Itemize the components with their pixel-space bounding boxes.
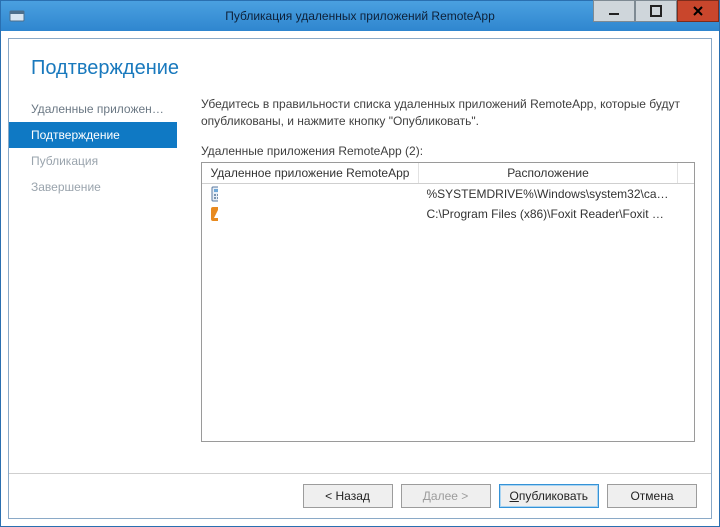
app-table: Удаленное приложение RemoteApp Расположе…	[201, 162, 695, 442]
wizard-window: Публикация удаленных приложений RemoteAp…	[0, 0, 720, 527]
back-button[interactable]: < Назад	[303, 484, 393, 508]
main-panel: Убедитесь в правильности списка удаленны…	[177, 90, 695, 473]
step-confirmation[interactable]: Подтверждение	[9, 122, 177, 148]
app-location: C:\Program Files (x86)\Foxit Reader\Foxi…	[418, 204, 677, 224]
titlebar: Публикация удаленных приложений RemoteAp…	[1, 1, 719, 31]
next-button: Далее >	[401, 484, 491, 508]
publish-button[interactable]: Опубликовать	[499, 484, 599, 508]
button-bar: < Назад Далее > Опубликовать Отмена	[9, 473, 711, 518]
close-button[interactable]	[677, 0, 719, 22]
window-buttons	[593, 1, 719, 31]
step-list: Удаленные приложения... Подтверждение Пу…	[9, 90, 177, 473]
col-header-app[interactable]: Удаленное приложение RemoteApp	[202, 163, 418, 184]
list-caption: Удаленные приложения RemoteApp (2):	[201, 144, 695, 158]
app-icon	[7, 6, 27, 26]
foxit-icon	[210, 206, 218, 222]
content-frame: Подтверждение Удаленные приложения... По…	[8, 38, 712, 519]
col-header-spacer	[678, 163, 695, 184]
instruction-text: Убедитесь в правильности списка удаленны…	[201, 96, 695, 130]
table-row[interactable]: Foxit Reader C:\Program Files (x86)\Foxi…	[202, 204, 694, 224]
step-publication: Публикация	[9, 148, 177, 174]
table-row[interactable]: Калькулятор %SYSTEMDRIVE%\Windows\system…	[202, 183, 694, 204]
minimize-button[interactable]	[593, 0, 635, 22]
publish-accel: О	[510, 489, 519, 503]
body: Удаленные приложения... Подтверждение Пу…	[9, 90, 711, 473]
calculator-icon	[210, 186, 218, 202]
page-heading: Подтверждение	[9, 39, 711, 90]
publish-label: публиковать	[519, 489, 588, 503]
cancel-button[interactable]: Отмена	[607, 484, 697, 508]
col-header-location[interactable]: Расположение	[418, 163, 677, 184]
app-location: %SYSTEMDRIVE%\Windows\system32\calc.exe	[418, 183, 677, 204]
step-remote-apps[interactable]: Удаленные приложения...	[9, 96, 177, 122]
step-completion: Завершение	[9, 174, 177, 200]
maximize-button[interactable]	[635, 0, 677, 22]
